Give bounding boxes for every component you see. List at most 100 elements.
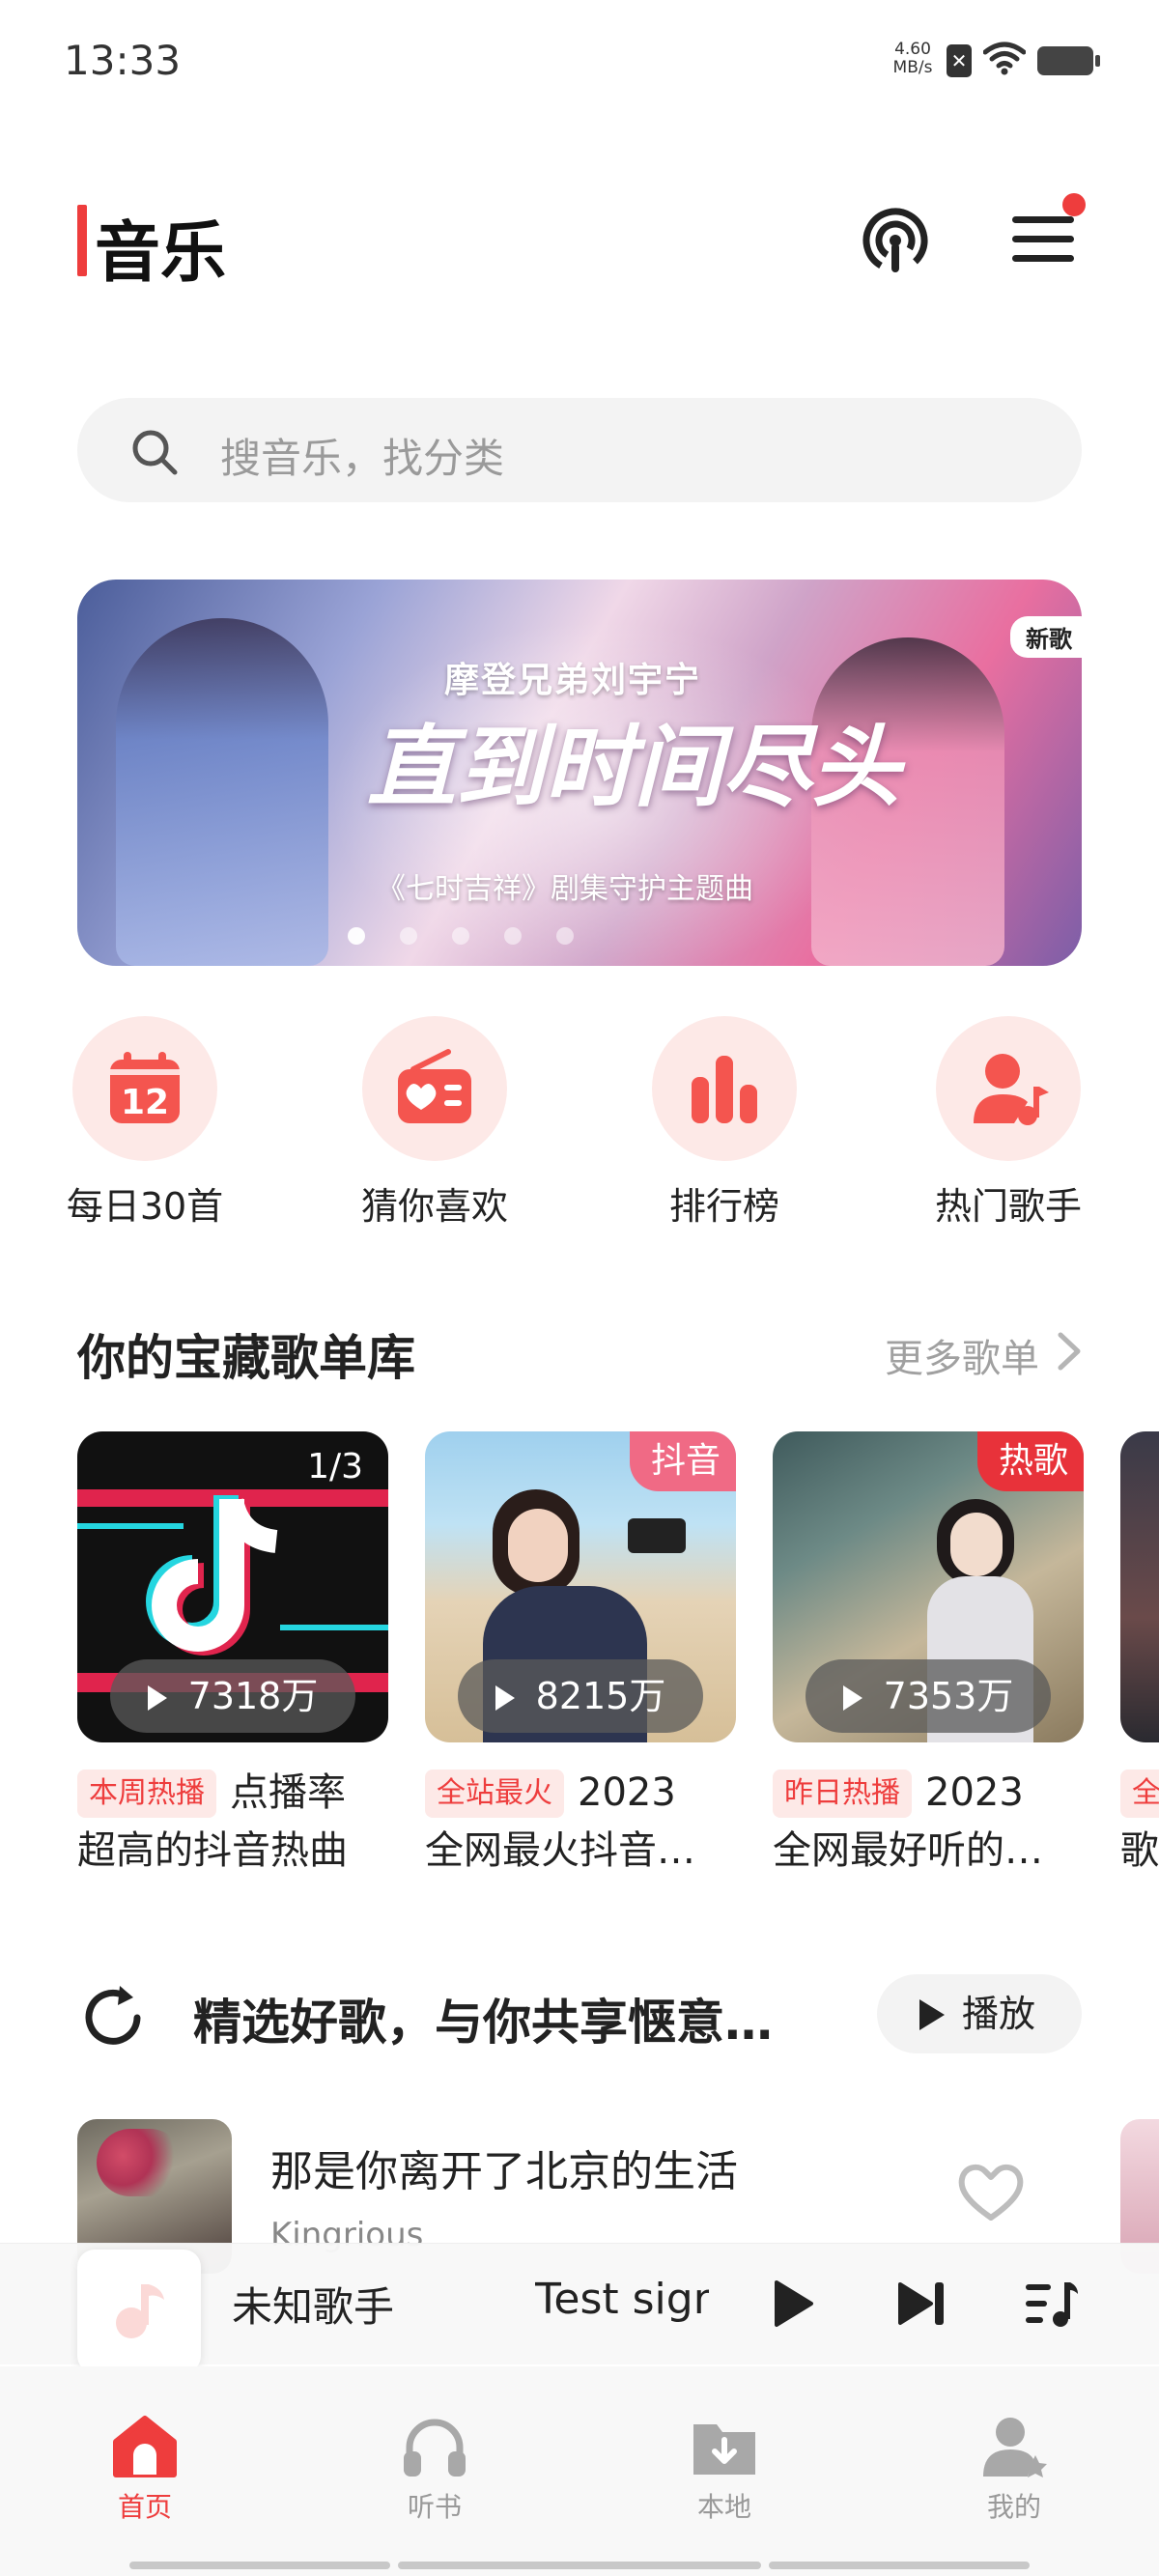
- playlist-ratio: 1/3: [307, 1447, 363, 1486]
- page-title: 音乐: [95, 215, 227, 292]
- play-count: 7353万: [806, 1659, 1051, 1733]
- quick-charts[interactable]: 排行榜: [628, 1016, 821, 1230]
- quick-daily-30[interactable]: 12 每日30首: [48, 1016, 241, 1230]
- more-playlists-link[interactable]: 更多歌单: [885, 1327, 1039, 1383]
- podcast-icon[interactable]: [860, 205, 931, 276]
- playlist-title-line1: 点播率: [230, 1770, 346, 1815]
- wifi-icon: [983, 42, 1026, 75]
- mini-player-cover[interactable]: [77, 2250, 201, 2373]
- banner-figure-left: [116, 618, 328, 966]
- quick-entries: 12 每日30首 猜你喜欢 排行榜 热门歌手: [0, 1016, 1159, 1229]
- cover-person-face: [950, 1513, 1003, 1576]
- mini-player-track: Test sign: [535, 2275, 709, 2324]
- play-count: 7318万: [110, 1659, 355, 1733]
- status-bar: 13:33 4.60 MB/s ✕: [0, 0, 1159, 116]
- cover-bg: [1120, 1431, 1159, 1742]
- section-title: 你的宝藏歌单库: [77, 1330, 415, 1386]
- battery-icon: [1037, 46, 1100, 75]
- mini-player-artist: 未知歌手: [232, 2283, 395, 2331]
- banner-dot[interactable]: [348, 927, 365, 945]
- playlist-desc: 全站最火 2023 全网最火抖音…: [425, 1764, 736, 1876]
- app-header: 音乐: [0, 193, 1159, 292]
- nav-label: 本地: [696, 2491, 751, 2523]
- banner-pagination: [348, 927, 608, 948]
- refresh-icon[interactable]: [77, 1982, 149, 2053]
- playlist-title-line2: 全网最好听的…: [773, 1828, 1043, 1873]
- playlist-tag: 全: [1120, 1769, 1159, 1818]
- net-speed: 4.60 MB/s: [889, 41, 937, 77]
- playlist-tag: 全站最火: [425, 1769, 564, 1818]
- status-time: 13:33: [64, 37, 182, 84]
- gesture-bar: [769, 2562, 1030, 2569]
- nav-home[interactable]: 首页: [77, 2413, 212, 2525]
- playlist-tag: 昨日热播: [773, 1769, 912, 1818]
- heart-icon[interactable]: [956, 2162, 1026, 2223]
- quick-hot-singers[interactable]: 热门歌手: [912, 1016, 1105, 1230]
- nav-audiobooks[interactable]: 听书: [367, 2413, 502, 2525]
- net-speed-unit: MB/s: [892, 58, 933, 77]
- quick-icon-bg: 12: [72, 1016, 217, 1161]
- nav-profile[interactable]: 我的: [947, 2413, 1082, 2525]
- play-icon: [495, 1685, 515, 1711]
- net-speed-value: 4.60: [894, 40, 931, 59]
- playlist-queue-icon[interactable]: [1022, 2277, 1080, 2331]
- profile-icon: [983, 2418, 1047, 2477]
- singer-icon: [974, 1054, 1049, 1125]
- bar-chart-icon: [692, 1056, 757, 1123]
- play-all-button[interactable]: 播放: [877, 1974, 1082, 2053]
- mini-player[interactable]: 未知歌手 Test sign: [0, 2243, 1159, 2373]
- playlist-card[interactable]: 热歌 7353万 昨日热播 2023 全网最好听的…: [773, 1431, 1084, 1876]
- quick-icon-bg: [936, 1016, 1081, 1161]
- playlist-title-line1: 2023: [925, 1770, 1024, 1815]
- play-icon[interactable]: [769, 2277, 817, 2331]
- cover-phone: [628, 1518, 686, 1553]
- playlist-card[interactable]: 1/3 7318万 本周热播 点播率 超高的抖音热曲: [77, 1431, 388, 1876]
- banner-dot[interactable]: [400, 927, 417, 945]
- banner-dot[interactable]: [452, 927, 469, 945]
- music-note-icon: [116, 2284, 164, 2338]
- quick-label: 每日30首: [66, 1185, 224, 1228]
- title-accent-bar: [77, 205, 87, 276]
- play-icon: [147, 1685, 167, 1711]
- quick-label: 排行榜: [668, 1185, 779, 1228]
- playlist-title-line2: 歌: [1120, 1828, 1159, 1873]
- banner-badge: 新歌: [1010, 616, 1082, 658]
- search-bar[interactable]: 搜音乐，找分类: [77, 398, 1082, 502]
- banner-tagline: 《七时吉祥》剧集守护主题曲: [377, 872, 753, 906]
- chevron-right-icon[interactable]: [1057, 1331, 1082, 1372]
- nav-label: 听书: [407, 2491, 462, 2523]
- nav-local[interactable]: 本地: [657, 2413, 792, 2525]
- banner-dot[interactable]: [556, 927, 574, 945]
- promo-banner[interactable]: 摩登兄弟刘宇宁 直到时间尽头 《七时吉祥》剧集守护主题曲 新歌: [77, 580, 1082, 966]
- playlist-cover: 热歌 7353万: [773, 1431, 1084, 1742]
- gesture-bar: [129, 2562, 390, 2569]
- playlist-card[interactable]: 全 歌: [1120, 1431, 1159, 1876]
- nav-label: 首页: [117, 2491, 172, 2523]
- featured-header: 精选好歌，与你共享惬意… 播放: [77, 1970, 1082, 2057]
- menu-icon[interactable]: [1008, 211, 1078, 269]
- play-count-value: 7318万: [187, 1675, 319, 1717]
- playlist-desc: 昨日热播 2023 全网最好听的…: [773, 1764, 1084, 1876]
- song-list-item[interactable]: 那是你离开了北京的生活 Kingrious: [77, 2119, 1159, 2274]
- song-title: 那是你离开了北京的生活: [270, 2147, 738, 2196]
- playlist-card[interactable]: 抖音 8215万 全站最火 2023 全网最火抖音…: [425, 1431, 736, 1876]
- playlist-desc: 全 歌: [1120, 1764, 1159, 1876]
- play-count-value: 8215万: [535, 1675, 666, 1717]
- gesture-bar: [398, 2562, 761, 2569]
- quick-icon-bg: [362, 1016, 507, 1161]
- radio-heart-icon: [398, 1049, 471, 1123]
- banner-dot[interactable]: [504, 927, 522, 945]
- next-track-icon[interactable]: [894, 2277, 948, 2331]
- home-icon: [113, 2416, 177, 2477]
- nav-label: 我的: [986, 2491, 1041, 2523]
- playlist-title-line2: 全网最火抖音…: [425, 1828, 695, 1873]
- playlist-corner-tag: 热歌: [976, 1431, 1084, 1491]
- playlist-corner-tag: 抖音: [629, 1431, 736, 1491]
- featured-title: 精选好歌，与你共享惬意…: [193, 1995, 773, 2051]
- quick-guess-you-like[interactable]: 猜你喜欢: [338, 1016, 531, 1230]
- playlist-cover: [1120, 1431, 1159, 1742]
- calendar-icon: 12: [110, 1052, 180, 1123]
- playlist-tag: 本周热播: [77, 1769, 216, 1818]
- playlist-cover: 抖音 8215万: [425, 1431, 736, 1742]
- no-sim-icon: ✕: [947, 44, 972, 77]
